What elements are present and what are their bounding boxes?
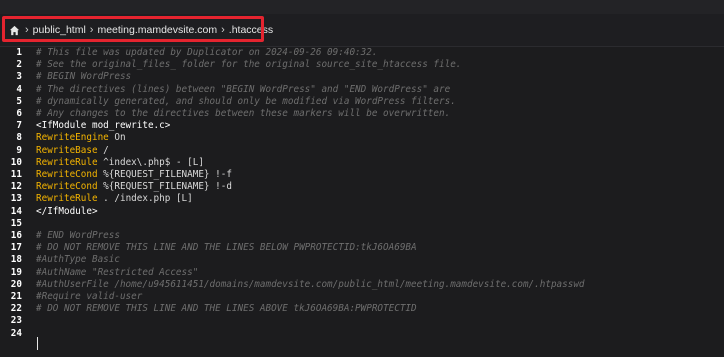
code-line[interactable]: 18 #AuthType Basic (0, 254, 724, 266)
line-number: 12 (10, 181, 22, 193)
line-text: #AuthUserFile /home/u945611451/domains/m… (36, 278, 585, 290)
line-text: #Require valid-user (36, 291, 143, 302)
line-text: # Any changes to the directives between … (36, 108, 451, 119)
line-text: # DO NOT REMOVE THIS LINE AND THE LINES … (36, 242, 417, 254)
line-number: 5 (16, 95, 22, 107)
line-text: # DO NOT REMOVE THIS LINE AND THE LINES … (36, 303, 417, 315)
line-text: # END WordPress (36, 230, 120, 241)
code-line[interactable]: 9 RewriteBase / (0, 145, 724, 157)
breadcrumb-item-file[interactable]: .htaccess (229, 24, 273, 36)
line-text: # dynamically generated, and should only… (36, 95, 456, 107)
line-number: 3 (16, 71, 22, 83)
line-number: 7 (16, 120, 22, 132)
line-number: 20 (10, 278, 22, 290)
code-line[interactable]: 6 # Any changes to the directives between… (0, 108, 724, 120)
breadcrumb: › public_html › meeting.mamdevsite.com ›… (9, 20, 273, 40)
code-line[interactable]: 4 # The directives (lines) between "BEGIN… (0, 84, 724, 96)
code-line[interactable]: 7 <IfModule mod_rewrite.c> (0, 120, 724, 132)
breadcrumb-item-domain[interactable]: meeting.mamdevsite.com (97, 24, 217, 36)
line-number: 16 (10, 230, 22, 241)
line-text: # This file was updated by Duplicator on… (36, 47, 378, 58)
line-number: 1 (16, 47, 22, 58)
line-number: 2 (16, 59, 22, 71)
line-text: </IfModule> (36, 205, 98, 217)
code-line[interactable]: 21 #Require valid-user (0, 291, 724, 303)
line-number: 24 (10, 327, 22, 339)
line-text: #AuthName "Restricted Access" (36, 266, 199, 278)
line-number: 21 (10, 291, 22, 302)
code-line[interactable]: 17 # DO NOT REMOVE THIS LINE AND THE LINE… (0, 242, 724, 254)
line-text: RewriteRule . /index.php [L] (36, 193, 193, 205)
code-line[interactable]: 15 (0, 218, 724, 230)
line-number: 19 (10, 266, 22, 278)
line-text: # The directives (lines) between "BEGIN … (36, 83, 451, 95)
code-line[interactable]: 16 # END WordPress (0, 230, 724, 242)
line-text: RewriteEngine On (36, 132, 126, 144)
code-line[interactable]: 11 RewriteCond %{REQUEST_FILENAME} !-f (0, 169, 724, 181)
line-number: 17 (10, 242, 22, 254)
code-line[interactable]: 3 # BEGIN WordPress (0, 71, 724, 83)
home-icon[interactable] (9, 25, 21, 36)
code-line[interactable]: 8 RewriteEngine On (0, 132, 724, 144)
line-number: 11 (10, 169, 22, 180)
breadcrumb-item-public-html[interactable]: public_html (33, 24, 86, 36)
line-number: 13 (10, 193, 22, 205)
line-text: RewriteBase / (36, 144, 109, 156)
line-number: 8 (16, 132, 22, 144)
line-text: # BEGIN WordPress (36, 71, 132, 83)
line-text: RewriteCond %{REQUEST_FILENAME} !-f (36, 169, 232, 180)
code-line[interactable]: 1 # This file was updated by Duplicator o… (0, 47, 724, 59)
code-editor[interactable]: 1 # This file was updated by Duplicator o… (0, 47, 724, 357)
code-line[interactable]: 22 # DO NOT REMOVE THIS LINE AND THE LINE… (0, 303, 724, 315)
code-line[interactable]: 12 RewriteCond %{REQUEST_FILENAME} !-d (0, 181, 724, 193)
line-number: 18 (10, 254, 22, 266)
line-text: RewriteRule ^index\.php$ - [L] (36, 156, 204, 168)
code-line[interactable]: 23 (0, 315, 724, 327)
window-top-strip (0, 0, 724, 14)
breadcrumb-separator: › (25, 24, 29, 36)
line-number: 9 (16, 144, 22, 156)
line-text: # See the original_files_ folder for the… (36, 59, 462, 71)
text-cursor (37, 337, 38, 350)
breadcrumb-separator: › (221, 24, 225, 36)
line-number: 15 (10, 217, 22, 229)
code-line[interactable]: 5 # dynamically generated, and should onl… (0, 96, 724, 108)
code-line[interactable]: 20 #AuthUserFile /home/u945611451/domains… (0, 279, 724, 291)
code-line[interactable]: 10 RewriteRule ^index\.php$ - [L] (0, 157, 724, 169)
code-line[interactable]: 24 (0, 328, 724, 340)
line-number: 23 (10, 315, 22, 327)
code-line[interactable]: 13 RewriteRule . /index.php [L] (0, 193, 724, 205)
breadcrumb-bar: › public_html › meeting.mamdevsite.com ›… (0, 14, 724, 47)
line-number: 4 (16, 83, 22, 95)
line-text: RewriteCond %{REQUEST_FILENAME} !-d (36, 181, 232, 193)
code-line[interactable]: 14 </IfModule> (0, 206, 724, 218)
line-number: 10 (10, 156, 22, 168)
line-text: <IfModule mod_rewrite.c> (36, 120, 171, 132)
code-line[interactable]: 19 #AuthName "Restricted Access" (0, 267, 724, 279)
line-number: 22 (10, 303, 22, 315)
line-number: 14 (10, 205, 22, 217)
line-number: 6 (16, 108, 22, 119)
line-text: #AuthType Basic (36, 254, 120, 266)
code-line[interactable]: 2 # See the original_files_ folder for th… (0, 59, 724, 71)
breadcrumb-separator: › (89, 24, 94, 36)
